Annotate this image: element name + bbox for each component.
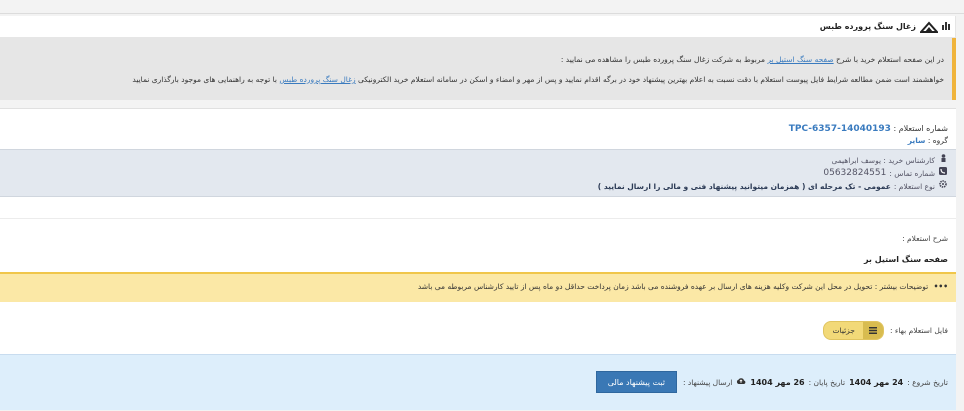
buyer-name: کارشناس خرید : یوسف ابراهیمی — [831, 156, 935, 165]
file-row: فایل استعلام بهاء : جزئیات — [823, 321, 948, 340]
phone-label: شماره تماس : — [889, 169, 935, 178]
intro-text: خواهشمند است ضمن مطالعه شرایط فایل پیوست… — [358, 75, 944, 84]
rfq-card: زغال سنگ پرورده طبس در این صفحه استعلام … — [0, 16, 956, 410]
phone-icon — [938, 167, 948, 180]
rfq-number-value: TPC-6357-14040193 — [788, 124, 891, 134]
rfq-group-value: سایر — [907, 136, 926, 145]
start-date-label: تاریخ شروع : — [907, 377, 948, 387]
intro-line-1: در این صفحه استعلام خرید با شرح صفحه سنگ… — [0, 50, 944, 70]
rfq-group: گروه : سایر — [908, 136, 948, 145]
file-label: فایل استعلام بهاء : — [889, 326, 948, 335]
submit-financial-offer-button[interactable]: ثبت پیشنهاد مالی — [595, 371, 677, 393]
bar-chart-icon — [942, 21, 951, 33]
details-button-label: جزئیات — [832, 326, 855, 335]
rfq-group-label: گروه : — [927, 136, 948, 145]
phone-row: شماره تماس : 05632824551 — [0, 167, 948, 180]
intro-line-2: خواهشمند است ضمن مطالعه شرایط فایل پیوست… — [0, 70, 944, 90]
contact-box: کارشناس خرید : یوسف ابراهیمی شماره تماس … — [0, 149, 956, 197]
phone-value: 05632824551 — [823, 168, 887, 178]
top-strip — [0, 0, 964, 14]
page-title: زغال سنگ پرورده طبس — [819, 22, 916, 31]
date-row: تاریخ شروع : 24 مهر 1404 تاریخ پایان : 2… — [595, 371, 948, 393]
send-label: ارسال پیشنهاد : — [682, 377, 733, 387]
rfq-details: شماره استعلام : TPC-6357-14040193 گروه :… — [0, 108, 956, 410]
details-button[interactable]: جزئیات — [823, 321, 884, 340]
notice-box: ••• توضیحات بیشتر : تحویل در محل این شرک… — [0, 272, 956, 302]
start-date-value: 24 مهر 1404 — [849, 377, 904, 387]
user-icon — [938, 154, 948, 167]
intro-box: در این صفحه استعلام خرید با شرح صفحه سنگ… — [0, 38, 956, 100]
type-row: نوع استعلام : عمومی - تک مرحله ای ( همزم… — [0, 180, 948, 193]
notice-label: توضیحات بیشتر : — [874, 282, 929, 291]
rfq-number: شماره استعلام : TPC-6357-14040193 — [789, 122, 948, 136]
section-gap — [0, 100, 956, 108]
submission-bar: تاریخ شروع : 24 مهر 1404 تاریخ پایان : 2… — [0, 354, 956, 410]
subject-link[interactable]: صفحه سنگ استیل بر — [767, 55, 833, 64]
page-frame: زغال سنگ پرورده طبس در این صفحه استعلام … — [0, 0, 964, 411]
cloud-upload-icon — [736, 377, 746, 387]
intro-text: در این صفحه استعلام خرید با شرح — [836, 55, 944, 64]
card-header: زغال سنگ پرورده طبس — [0, 16, 955, 38]
rfq-number-label: شماره استعلام : — [893, 124, 948, 133]
company-logo — [918, 20, 940, 34]
buyer-row: کارشناس خرید : یوسف ابراهیمی — [0, 154, 948, 167]
ellipsis-icon: ••• — [933, 282, 948, 291]
rfq-type-label: نوع استعلام : — [893, 182, 935, 191]
end-date-label: تاریخ پایان : — [808, 377, 846, 387]
gear-icon — [938, 180, 948, 193]
list-icon — [862, 322, 883, 339]
intro-text: با توجه به راهنمایی های موجود بارگذاری ن… — [132, 75, 277, 84]
description-value: صفحه سنگ استیل بر — [863, 255, 948, 264]
rfq-type-value: عمومی - تک مرحله ای ( همزمان میتوانید پی… — [597, 182, 891, 191]
description-label: شرح استعلام : — [902, 234, 948, 243]
divider — [0, 218, 956, 219]
notice-text: تحویل در محل این شرکت وکلیه هزینه های ار… — [417, 282, 873, 291]
end-date-value: 26 مهر 1404 — [750, 377, 805, 387]
company-link[interactable]: زغال سنگ پرورده طبس — [279, 75, 355, 84]
intro-text: مربوط به شرکت زغال سنگ پرورده طبس را مشا… — [560, 55, 765, 64]
